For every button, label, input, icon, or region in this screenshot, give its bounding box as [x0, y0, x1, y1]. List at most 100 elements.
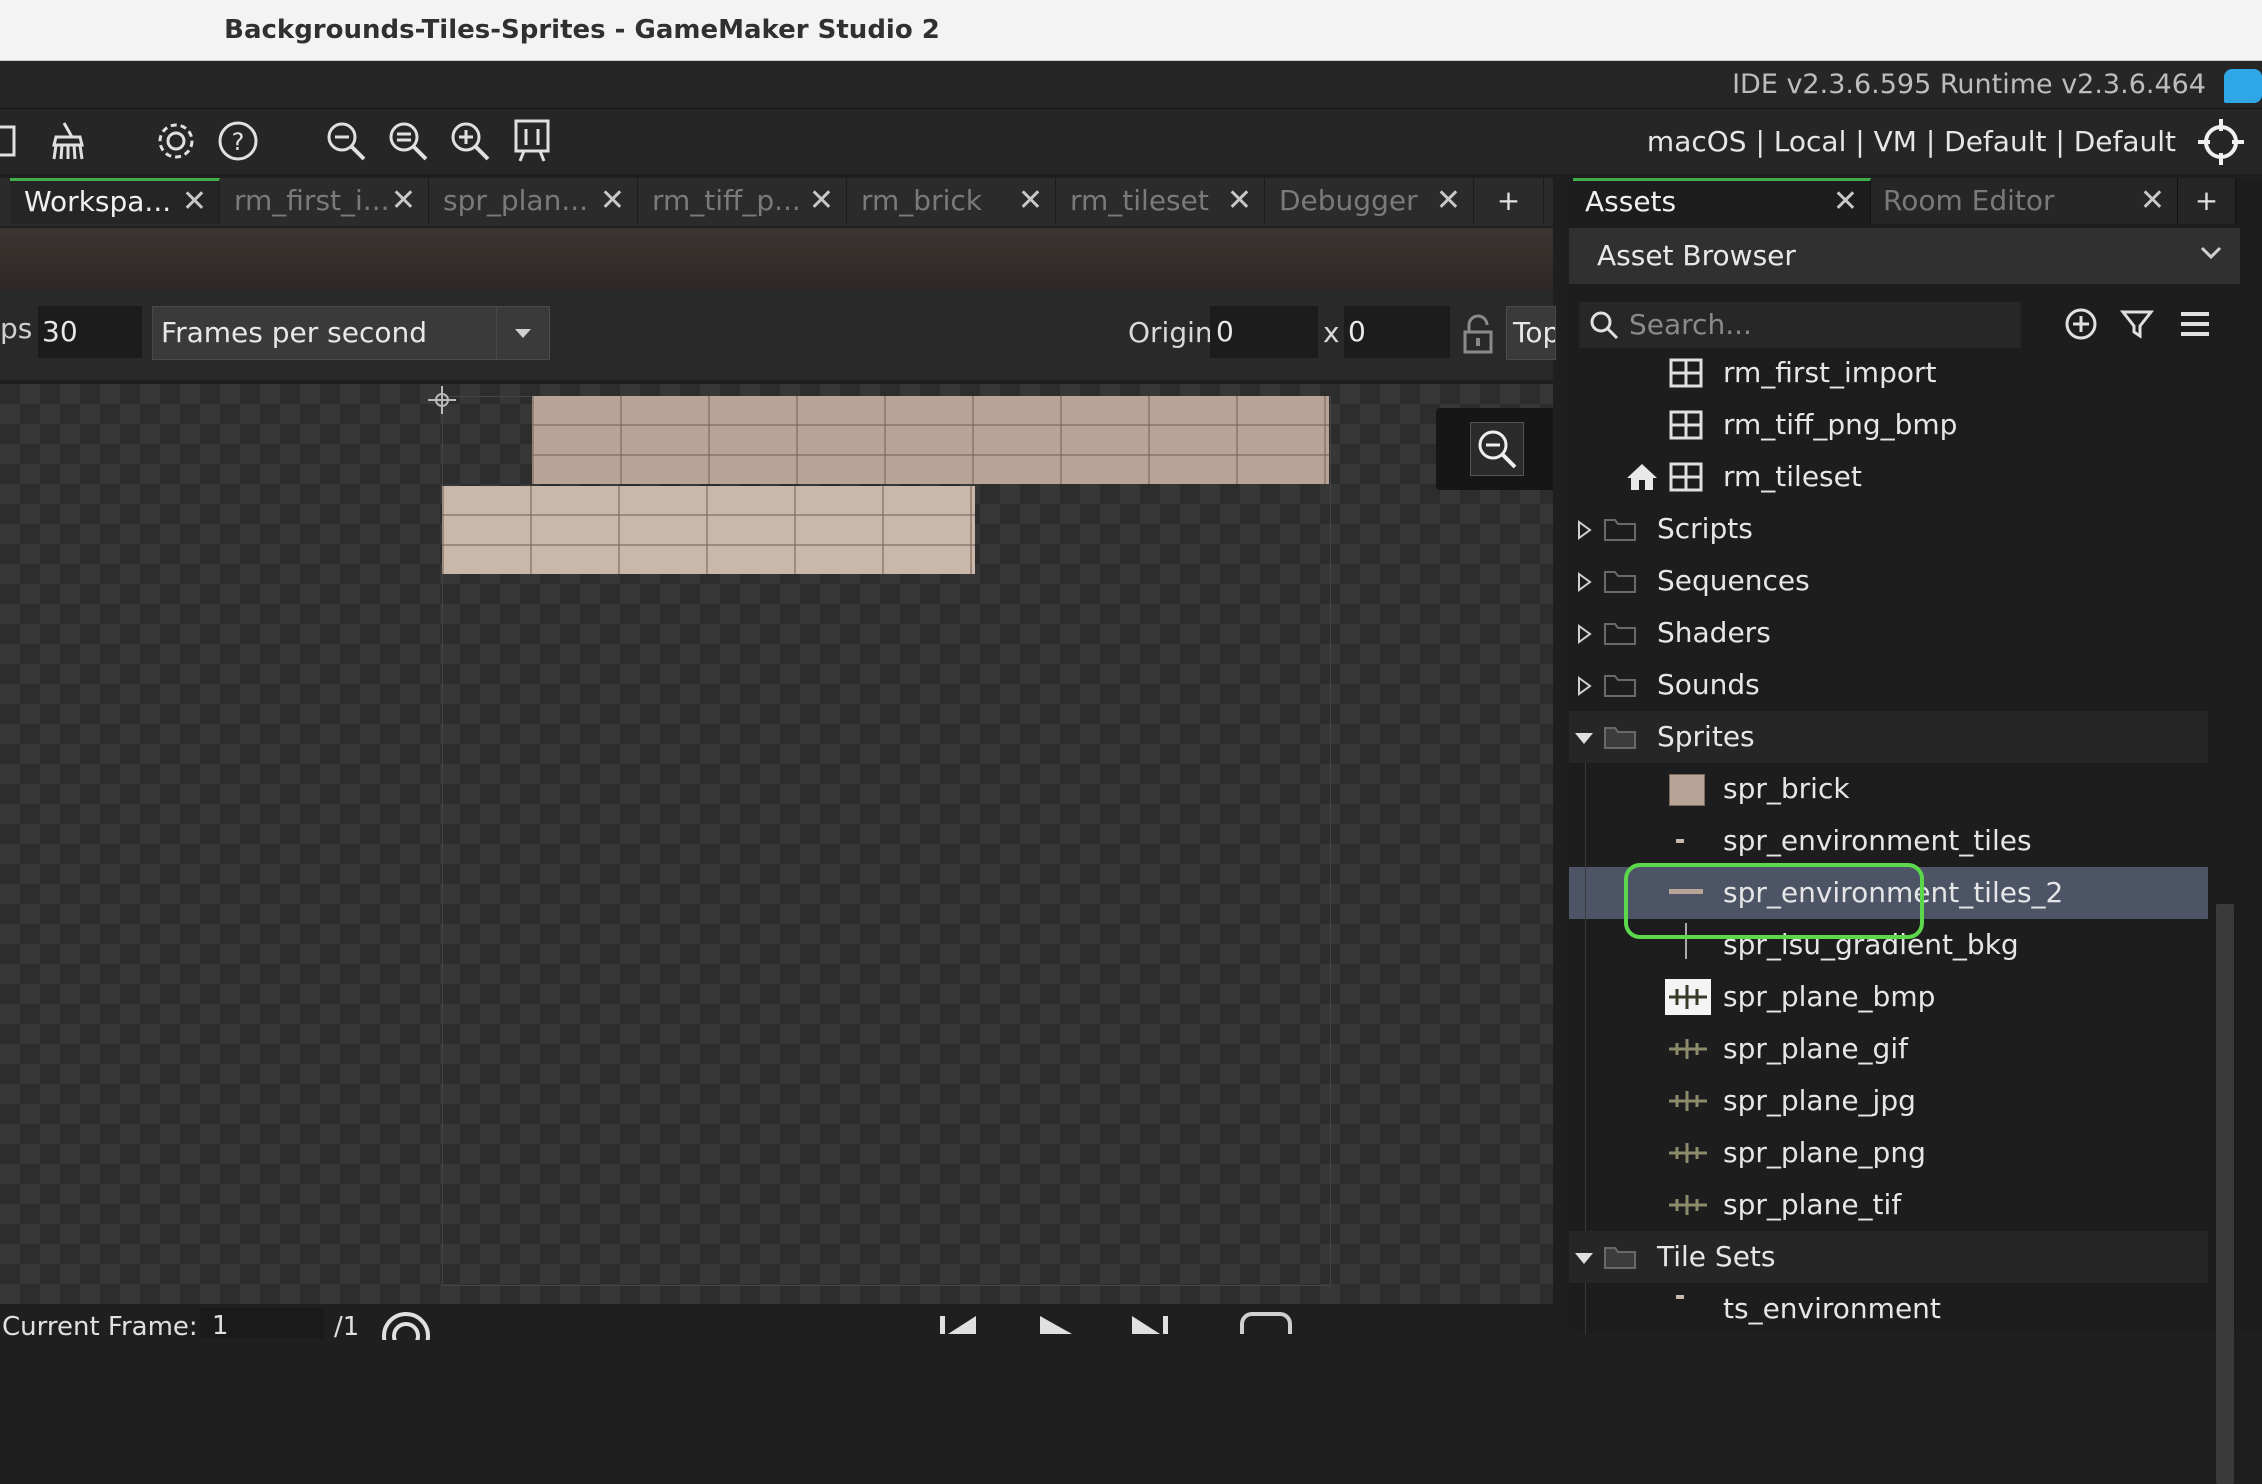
skip-back-icon[interactable]: [936, 1312, 982, 1334]
chevron-down-icon[interactable]: [1573, 727, 1595, 749]
list-item[interactable]: spr_plane_png: [1569, 1127, 2208, 1179]
list-item[interactable]: spr_brick: [1569, 763, 2208, 815]
tab-rm-first-import[interactable]: rm_first_i... ✕: [220, 178, 429, 224]
asset-tree: rm_first_import rm_tiff_png_bmp rm_tiles…: [1569, 356, 2208, 1334]
chat-icon[interactable]: [2224, 69, 2262, 103]
close-icon[interactable]: ✕: [182, 181, 207, 223]
list-item[interactable]: rm_tiff_png_bmp: [1569, 399, 2208, 451]
sprite-image-bottom-row: [442, 486, 975, 574]
tree-guide: [1585, 971, 1586, 1023]
list-item-label: rm_first_import: [1723, 356, 1937, 389]
close-icon[interactable]: ✕: [391, 178, 416, 224]
origin-x-input[interactable]: 0: [1210, 306, 1318, 358]
chevron-right-icon[interactable]: [1573, 519, 1595, 541]
tree-guide: [1585, 1075, 1586, 1127]
fps-input[interactable]: 30: [38, 306, 142, 358]
sprite-canvas[interactable]: [0, 384, 1553, 1304]
search-input[interactable]: Search...: [1579, 302, 2021, 348]
tab-debugger[interactable]: Debugger ✕: [1265, 178, 1474, 224]
filter-icon[interactable]: [2117, 304, 2157, 344]
tab-rm-brick[interactable]: rm_brick ✕: [847, 178, 1056, 224]
tree-guide: [1585, 1179, 1586, 1231]
list-item[interactable]: Scripts: [1569, 503, 2208, 555]
close-icon[interactable]: ✕: [600, 178, 625, 224]
tree-guide: [1585, 867, 1586, 919]
add-panel-tab-button[interactable]: +: [2178, 178, 2236, 224]
onion-skin-icon[interactable]: [380, 1310, 432, 1340]
tab-label: Debugger: [1279, 184, 1418, 217]
tab-room-editor[interactable]: Room Editor ✕: [1871, 178, 2178, 224]
list-item-label: Sequences: [1657, 564, 1810, 597]
chevron-right-icon[interactable]: [1573, 571, 1595, 593]
origin-preset-dropdown[interactable]: Top: [1506, 306, 1556, 360]
target-selector[interactable]: macOS | Local | VM | Default | Default: [0, 109, 2176, 174]
home-icon[interactable]: [1625, 462, 1659, 492]
chevron-down-icon[interactable]: [1573, 1247, 1595, 1269]
list-item-label: rm_tiff_png_bmp: [1723, 408, 1958, 441]
tab-rm-tiff-png[interactable]: rm_tiff_p... ✕: [638, 178, 847, 224]
chevron-right-icon[interactable]: [1573, 675, 1595, 697]
add-tab-button[interactable]: +: [1474, 178, 1544, 224]
close-icon[interactable]: ✕: [1227, 178, 1252, 224]
window-titlebar: Backgrounds-Tiles-Sprites - GameMaker St…: [0, 0, 2262, 61]
tab-spr-plane[interactable]: spr_plan... ✕: [429, 178, 638, 224]
list-item-label: ts_environment: [1723, 1292, 1941, 1325]
tree-guide: [1585, 919, 1586, 971]
tab-workspace[interactable]: Workspa... ✕: [10, 178, 220, 224]
list-item[interactable]: spr_plane_jpg: [1569, 1075, 2208, 1127]
lock-icon[interactable]: [1460, 314, 1496, 354]
list-item-label: Sprites: [1657, 720, 1755, 753]
list-item[interactable]: Shaders: [1569, 607, 2208, 659]
origin-crosshair-icon[interactable]: [426, 384, 458, 416]
close-icon[interactable]: ✕: [1833, 181, 1858, 223]
list-item[interactable]: spr_plane_gif: [1569, 1023, 2208, 1075]
add-asset-icon[interactable]: [2061, 304, 2101, 344]
play-icon[interactable]: [1036, 1312, 1076, 1334]
list-item[interactable]: Tile Sets: [1569, 1231, 2208, 1283]
menu-icon[interactable]: [2175, 304, 2215, 344]
chevron-down-icon: [496, 307, 549, 359]
list-item[interactable]: spr_plane_tif: [1569, 1179, 2208, 1231]
list-item-label: spr_plane_png: [1723, 1136, 1926, 1169]
target-crosshair-icon[interactable]: [2196, 117, 2246, 167]
tab-rm-tileset[interactable]: rm_tileset ✕: [1056, 178, 1265, 224]
list-item[interactable]: Sequences: [1569, 555, 2208, 607]
list-item[interactable]: rm_first_import: [1569, 356, 2208, 399]
editor-banner: [0, 228, 1553, 290]
list-item-label: rm_tileset: [1723, 460, 1862, 493]
current-frame-label: Current Frame:: [2, 1312, 198, 1342]
sprite-thumbnail-icon: [1685, 923, 1687, 959]
list-item[interactable]: spr_environment_tiles_2: [1569, 867, 2208, 919]
plane-sprite-icon: [1669, 1091, 1707, 1111]
window-title: Backgrounds-Tiles-Sprites - GameMaker St…: [224, 15, 940, 45]
asset-search-row: Search...: [1569, 294, 2240, 354]
list-item[interactable]: spr_environment_tiles: [1569, 815, 2208, 867]
tree-guide: [1585, 1283, 1586, 1334]
skip-forward-icon[interactable]: [1128, 1312, 1174, 1334]
close-icon[interactable]: ✕: [1018, 178, 1043, 224]
list-item[interactable]: Sounds: [1569, 659, 2208, 711]
tab-assets[interactable]: Assets ✕: [1573, 178, 1871, 224]
close-icon[interactable]: ✕: [2140, 178, 2165, 224]
origin-y-input[interactable]: 0: [1344, 306, 1450, 358]
list-item[interactable]: spr_plane_bmp: [1569, 971, 2208, 1023]
list-item[interactable]: rm_tileset: [1569, 451, 2208, 503]
loop-icon[interactable]: [1238, 1310, 1294, 1334]
list-item[interactable]: ts_environment: [1569, 1283, 2208, 1334]
canvas-zoom-out-button[interactable]: [1470, 422, 1524, 476]
chevron-right-icon[interactable]: [1573, 623, 1595, 645]
sprite-image-top-row: [532, 396, 1329, 484]
asset-scrollbar-thumb[interactable]: [2216, 904, 2234, 1484]
sprite-thumbnail-icon: [1669, 774, 1705, 806]
tab-label: Workspa...: [24, 185, 172, 218]
fps-mode-dropdown[interactable]: Frames per second: [152, 306, 550, 360]
room-icon: [1669, 462, 1703, 492]
origin-label: Origin: [1128, 316, 1213, 349]
list-item[interactable]: Sprites: [1569, 711, 2208, 763]
close-icon[interactable]: ✕: [1436, 178, 1461, 224]
close-icon[interactable]: ✕: [809, 178, 834, 224]
folder-open-icon: [1604, 1247, 1636, 1269]
list-item[interactable]: spr_lsu_gradient_bkg: [1569, 919, 2208, 971]
sprite-editor-bar: ps 30 Frames per second Origin 0 x 0 Top: [0, 290, 1556, 380]
asset-browser-dropdown[interactable]: Asset Browser: [1569, 228, 2240, 284]
